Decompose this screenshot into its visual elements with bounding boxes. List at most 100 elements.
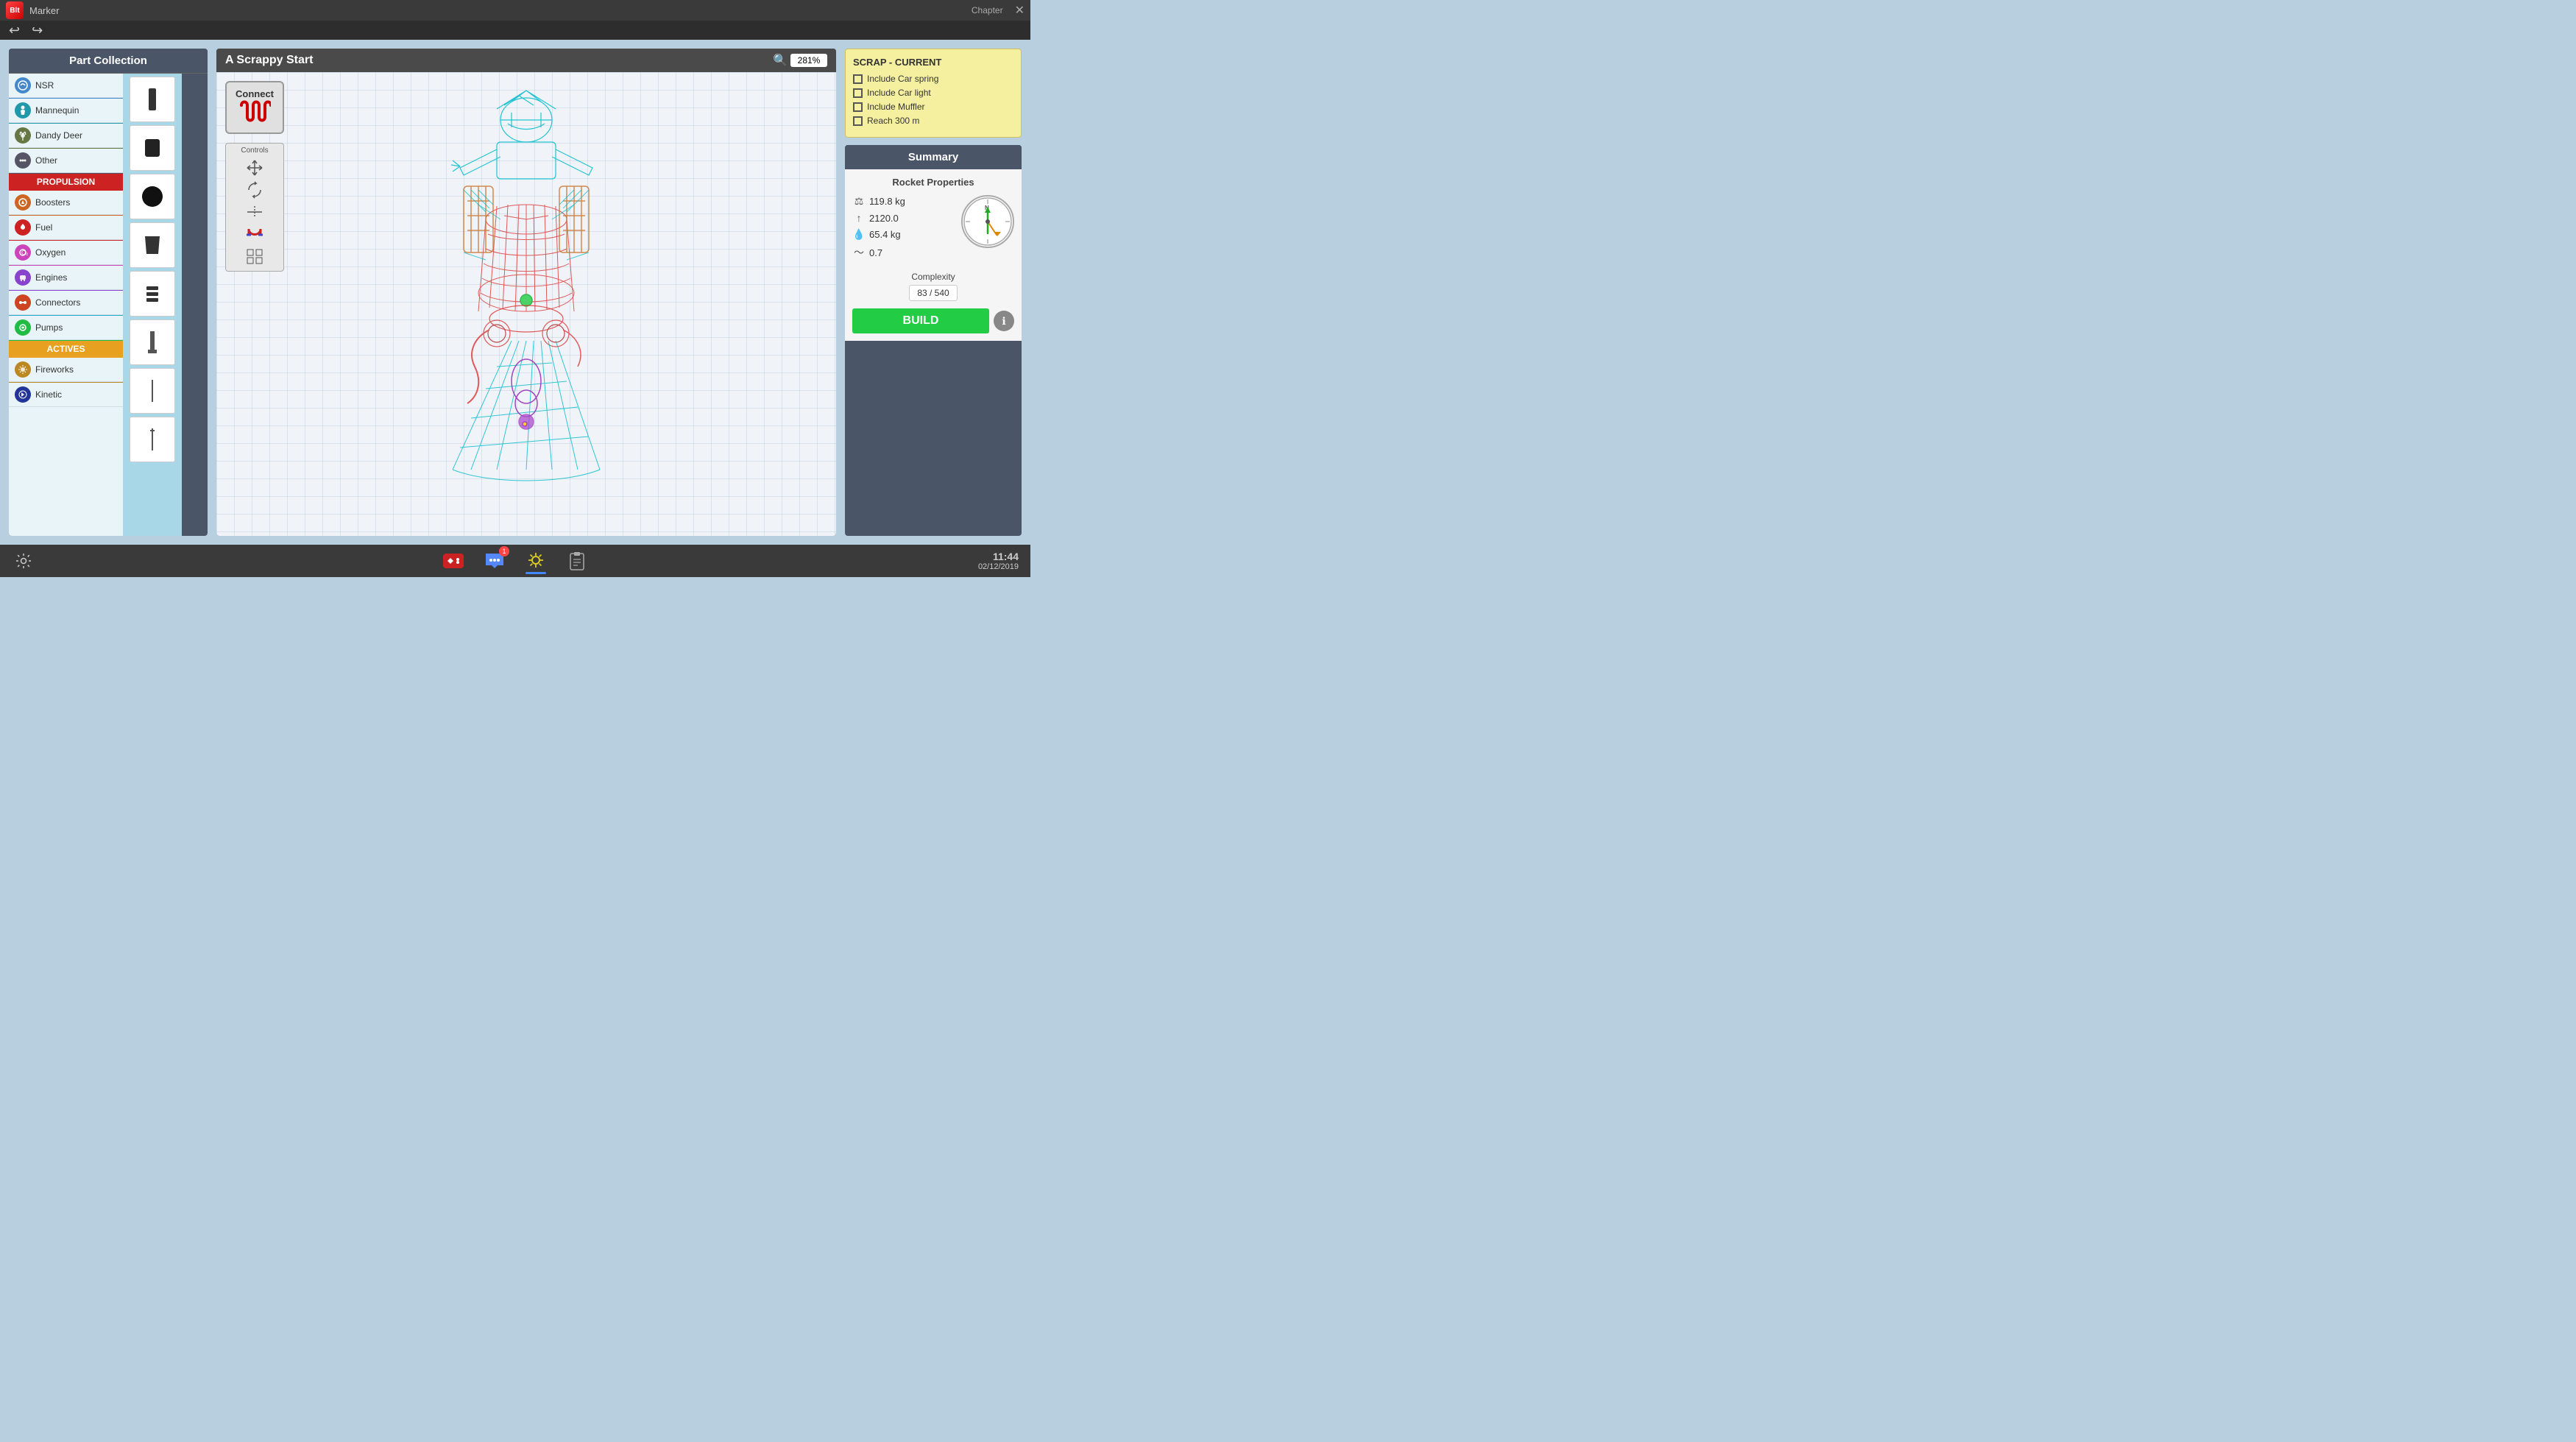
boosters-icon (15, 194, 31, 211)
magnet-control[interactable] (243, 224, 266, 244)
part-item-oxygen[interactable]: O₂ Oxygen (9, 241, 123, 265)
fuel-prop-icon: 💧 (852, 228, 866, 241)
undo-button[interactable]: ↩ (6, 21, 23, 40)
part-item-dandy-deer[interactable]: Dandy Deer (9, 124, 123, 148)
nsr-label: NSR (35, 80, 54, 91)
nsr-icon (15, 77, 31, 93)
thumb-5[interactable] (130, 271, 175, 317)
info-button[interactable]: ℹ (994, 311, 1014, 331)
canvas-area[interactable]: Connect Controls (216, 72, 836, 536)
redo-button[interactable]: ↪ (29, 21, 46, 40)
scale-control[interactable] (243, 202, 266, 222)
thumb-2[interactable] (130, 125, 175, 171)
scrap-tasks-panel: SCRAP - CURRENT Include Car spring Inclu… (845, 49, 1022, 138)
move-control[interactable] (243, 158, 266, 178)
part-item-kinetic[interactable]: Kinetic (9, 383, 123, 407)
thrust-value: 2120.0 (869, 213, 899, 224)
build-button[interactable]: BUILD (852, 308, 989, 333)
svg-text:O₂: O₂ (21, 250, 28, 256)
complexity-section: Complexity 83 / 540 (852, 272, 1014, 301)
scrap-item-2: Include Car light (853, 88, 1013, 98)
oxygen-icon: O₂ (15, 244, 31, 261)
part-item-fuel[interactable]: Fuel (9, 216, 123, 240)
part-item-engines[interactable]: Engines (9, 266, 123, 290)
summary-title: Summary (845, 145, 1022, 169)
build-row: BUILD ℹ (852, 308, 1014, 333)
connectors-label: Connectors (35, 297, 80, 308)
taskbar-center: 1 (440, 548, 590, 574)
clipboard-button[interactable] (564, 548, 590, 574)
connect-label: Connect (236, 88, 274, 99)
part-collection-body: NSR Mannequin Dandy Deer (9, 74, 208, 536)
mass-row: ⚖ 119.8 kg (852, 195, 954, 208)
fireworks-icon (15, 361, 31, 378)
right-panel: SCRAP - CURRENT Include Car spring Inclu… (845, 49, 1022, 536)
kinetic-label: Kinetic (35, 389, 62, 400)
app-logo: Blt (6, 1, 24, 19)
part-item-fireworks[interactable]: Fireworks (9, 358, 123, 382)
properties-list: ⚖ 119.8 kg ↑ 2120.0 💧 65.4 kg 〜 (852, 195, 954, 264)
mannequin-label: Mannequin (35, 105, 79, 116)
thumb-6[interactable] (130, 319, 175, 365)
thumb-3[interactable] (130, 174, 175, 219)
scrap-item-4: Reach 300 m (853, 116, 1013, 126)
engines-icon (15, 269, 31, 286)
rocket-properties-title: Rocket Properties (852, 177, 1014, 188)
game-button[interactable] (440, 548, 467, 574)
zoom-control: 🔍 281% (773, 53, 827, 68)
center-header: A Scrappy Start 🔍 281% (216, 49, 836, 72)
thumb-7[interactable] (130, 368, 175, 414)
titlebar-left: Blt Marker (6, 1, 59, 19)
titlebar: Blt Marker Chapter ✕ (0, 0, 1030, 21)
pumps-icon (15, 319, 31, 336)
close-button[interactable]: ✕ (1015, 3, 1025, 18)
thumb-1[interactable] (130, 77, 175, 122)
zoom-value[interactable]: 281% (790, 54, 827, 67)
fireworks-label: Fireworks (35, 364, 74, 375)
scrap-checkbox-3[interactable] (853, 102, 863, 112)
fuel-label: Fuel (35, 222, 52, 233)
connect-button[interactable]: Connect (225, 81, 284, 134)
scrap-checkbox-1[interactable] (853, 74, 863, 84)
kinetic-icon (15, 386, 31, 403)
summary-body: Rocket Properties ⚖ 119.8 kg ↑ 2120.0 💧 (845, 169, 1022, 341)
pumps-label: Pumps (35, 322, 63, 333)
mass-value: 119.8 kg (869, 196, 905, 207)
drag-value: 0.7 (869, 247, 882, 258)
date-display: 02/12/2019 (978, 562, 1019, 571)
oxygen-label: Oxygen (35, 247, 66, 258)
toolbar: ↩ ↪ (0, 21, 1030, 40)
scrap-text-4: Reach 300 m (867, 116, 919, 126)
fuel-row: 💧 65.4 kg (852, 228, 954, 241)
scrap-title: SCRAP - CURRENT (853, 57, 1013, 68)
part-collection-title: Part Collection (9, 49, 208, 74)
part-item-nsr[interactable]: NSR (9, 74, 123, 98)
dandy-deer-label: Dandy Deer (35, 130, 82, 141)
complexity-value: 83 / 540 (909, 285, 957, 301)
part-item-pumps[interactable]: Pumps (9, 316, 123, 340)
grid-control[interactable] (243, 246, 266, 266)
part-item-mannequin[interactable]: Mannequin (9, 99, 123, 123)
scrap-text-1: Include Car spring (867, 74, 938, 84)
part-item-other[interactable]: Other (9, 149, 123, 173)
scrap-checkbox-2[interactable] (853, 88, 863, 98)
chapter-label: Chapter (972, 5, 1003, 15)
properties-area: ⚖ 119.8 kg ↑ 2120.0 💧 65.4 kg 〜 (852, 195, 1014, 264)
connect-icon (238, 99, 271, 127)
scrap-checkbox-4[interactable] (853, 116, 863, 126)
settings-button[interactable] (12, 549, 35, 573)
part-item-boosters[interactable]: Boosters (9, 191, 123, 215)
thumb-4[interactable] (130, 222, 175, 268)
chat-button[interactable]: 1 (481, 548, 508, 574)
thumb-8[interactable] (130, 417, 175, 462)
time-display: 11:44 (978, 551, 1019, 562)
complexity-label: Complexity (852, 272, 1014, 282)
build-mode-button[interactable] (523, 548, 549, 574)
part-item-connectors[interactable]: Connectors (9, 291, 123, 315)
thrust-icon: ↑ (852, 212, 866, 224)
chat-badge: 1 (499, 546, 509, 556)
thumbnail-panel (123, 74, 182, 536)
engines-label: Engines (35, 272, 67, 283)
rotate-control[interactable] (243, 180, 266, 200)
fuel-icon (15, 219, 31, 236)
